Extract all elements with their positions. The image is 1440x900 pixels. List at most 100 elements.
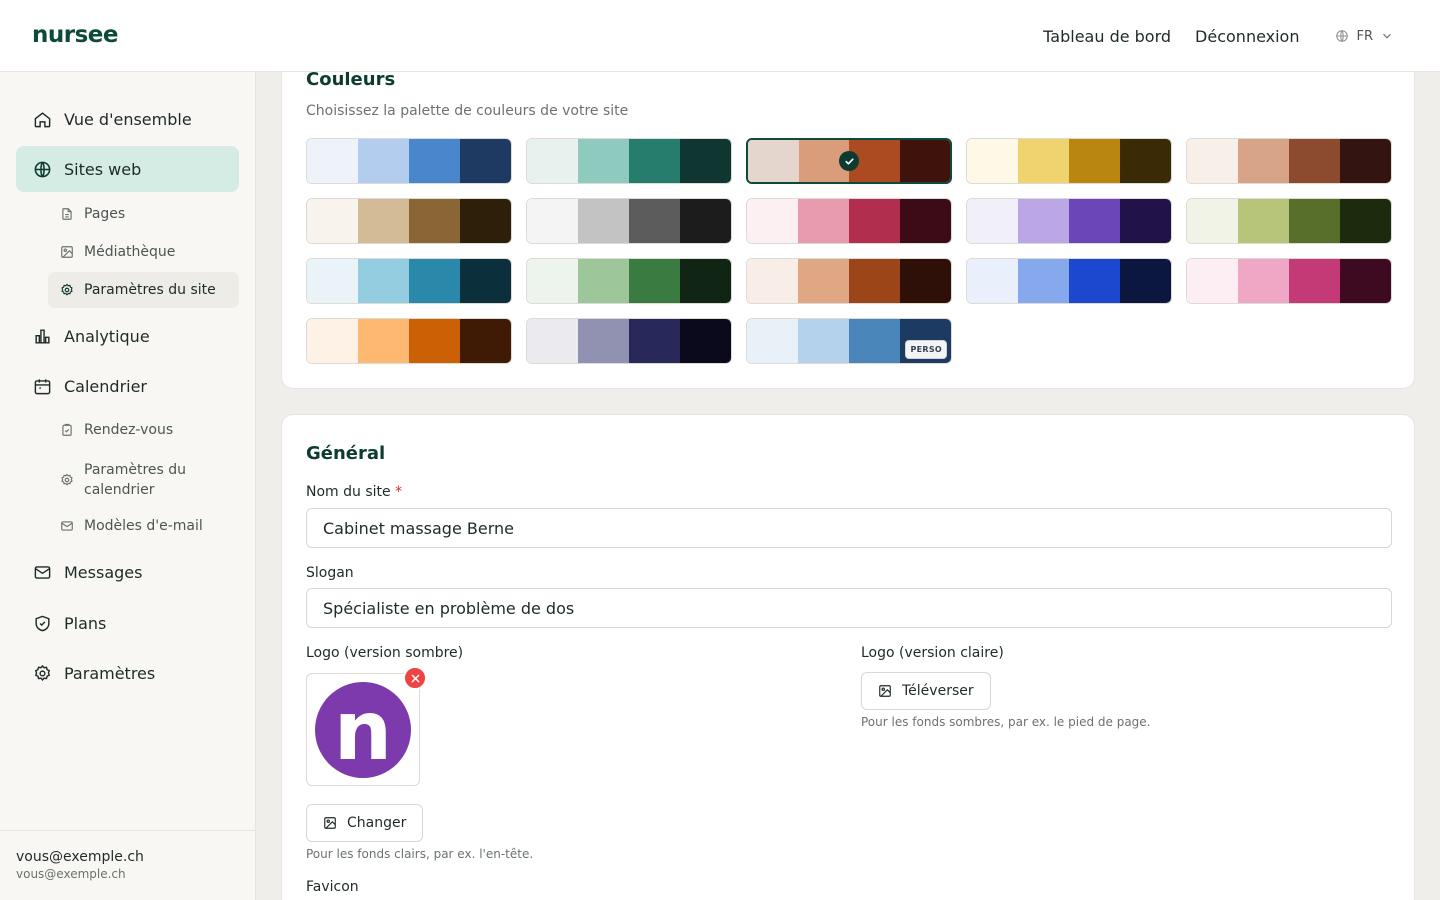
sidebar-item-overview[interactable]: Vue d'ensemble (16, 96, 239, 142)
clipboard-icon (60, 423, 74, 437)
sidebar-subitem-site-settings[interactable]: Paramètres du site (48, 272, 239, 308)
color-palette-option[interactable] (526, 138, 732, 184)
color-swatch (680, 199, 731, 243)
upload-logo-label: Téléverser (902, 683, 974, 699)
color-palette-option[interactable] (526, 318, 732, 364)
dashboard-link[interactable]: Tableau de bord (1043, 27, 1171, 46)
color-palette-option[interactable]: PERSO (746, 318, 952, 364)
check-icon (839, 151, 859, 171)
color-swatch (798, 319, 849, 363)
color-swatch (629, 319, 680, 363)
color-swatch (1120, 199, 1171, 243)
sidebar-item-plans[interactable]: Plans (16, 600, 239, 646)
logo-light-hint: Pour les fonds sombres, par ex. le pied … (861, 715, 1151, 729)
gear-icon (60, 283, 74, 297)
colors-description: Choisissez la palette de couleurs de vot… (306, 103, 629, 119)
language-selector[interactable]: FR (1335, 29, 1394, 44)
logo-dark-preview: n (306, 673, 420, 786)
color-swatch (900, 199, 951, 243)
color-swatch (748, 140, 799, 182)
color-swatch (1018, 139, 1069, 183)
slogan-input[interactable] (306, 588, 1392, 628)
color-swatch (307, 259, 358, 303)
required-mark: * (395, 484, 403, 500)
color-swatch (747, 199, 798, 243)
sidebar-subitem-label: Médiathèque (84, 244, 176, 260)
color-palette-option[interactable] (746, 258, 952, 304)
sidebar-subitem-media[interactable]: Médiathèque (48, 234, 239, 270)
color-palette-option[interactable] (746, 198, 952, 244)
color-swatch (358, 319, 409, 363)
color-swatch (1187, 139, 1238, 183)
chevron-down-icon (1380, 29, 1394, 43)
color-palette-option[interactable] (306, 258, 512, 304)
color-swatch (527, 319, 578, 363)
color-palette-option[interactable] (526, 198, 732, 244)
color-palette-option[interactable] (746, 138, 952, 184)
color-palette-option[interactable] (1186, 198, 1392, 244)
image-icon (324, 817, 336, 829)
colors-title: Couleurs (306, 69, 396, 90)
sidebar-item-label: Messages (64, 562, 143, 582)
color-swatch (307, 199, 358, 243)
remove-logo-button[interactable] (403, 666, 427, 690)
color-swatch (849, 259, 900, 303)
color-palette-option[interactable] (966, 138, 1172, 184)
color-swatch (1069, 199, 1120, 243)
color-palette-option[interactable] (306, 318, 512, 364)
user-panel[interactable]: vous@exemple.ch vous@exemple.ch (0, 830, 255, 900)
color-palette-option[interactable] (1186, 258, 1392, 304)
color-palette-option[interactable] (306, 198, 512, 244)
color-swatch (1187, 199, 1238, 243)
brand-logo[interactable]: nursee (32, 22, 118, 48)
sidebar-item-messages[interactable]: Messages (16, 549, 239, 595)
site-name-label: Nom du site * (306, 484, 402, 500)
palette-grid: PERSO (306, 138, 1392, 364)
color-swatch (409, 139, 460, 183)
mail-icon (32, 562, 52, 582)
color-swatch (967, 139, 1018, 183)
bar-chart-icon (32, 326, 52, 346)
top-header: nursee Tableau de bord Déconnexion FR (0, 0, 1440, 72)
color-swatch (358, 139, 409, 183)
color-swatch (409, 259, 460, 303)
color-swatch (527, 199, 578, 243)
color-swatch (1340, 259, 1391, 303)
color-swatch (358, 259, 409, 303)
color-swatch (578, 319, 629, 363)
sidebar-item-websites[interactable]: Sites web (16, 146, 239, 192)
logo-dark-label: Logo (version sombre) (306, 645, 464, 661)
user-name: vous@exemple.ch (16, 849, 144, 865)
color-swatch (747, 319, 798, 363)
color-palette-option[interactable] (966, 258, 1172, 304)
general-title: Général (306, 443, 386, 464)
sidebar-item-calendar[interactable]: Calendrier (16, 363, 239, 409)
upload-logo-button[interactable]: Téléverser (861, 672, 991, 710)
color-palette-option[interactable] (306, 138, 512, 184)
home-icon (32, 109, 52, 129)
sidebar-subitem-appointments[interactable]: Rendez-vous (48, 412, 239, 448)
image-icon (879, 685, 891, 697)
sidebar-item-settings[interactable]: Paramètres (16, 650, 239, 696)
mail-icon (60, 519, 74, 533)
site-name-input[interactable] (306, 508, 1392, 548)
globe-icon (32, 159, 52, 179)
sidebar-item-analytics[interactable]: Analytique (16, 313, 239, 359)
sidebar-item-label: Plans (64, 613, 107, 633)
custom-palette-badge: PERSO (905, 340, 947, 359)
logo-image: n (315, 681, 411, 778)
color-palette-option[interactable] (966, 198, 1172, 244)
color-palette-option[interactable] (526, 258, 732, 304)
change-logo-button[interactable]: Changer (306, 804, 424, 842)
color-swatch (1069, 139, 1120, 183)
sidebar-subitem-pages[interactable]: Pages (48, 196, 239, 232)
general-card: Général Nom du site * Slogan Logo (versi… (281, 414, 1415, 900)
sidebar-subitem-calendar-settings[interactable]: Paramètres du calendrier (48, 456, 239, 504)
sidebar-subitem-email-templates[interactable]: Modèles d'e-mail (48, 508, 239, 544)
color-palette-option[interactable] (1186, 138, 1392, 184)
color-swatch (1187, 259, 1238, 303)
gear-icon (60, 473, 74, 487)
sidebar: Vue d'ensemble Sites web Pages Médiathèq… (0, 72, 256, 900)
sidebar-item-label: Paramètres (64, 663, 156, 683)
logout-link[interactable]: Déconnexion (1195, 27, 1299, 46)
